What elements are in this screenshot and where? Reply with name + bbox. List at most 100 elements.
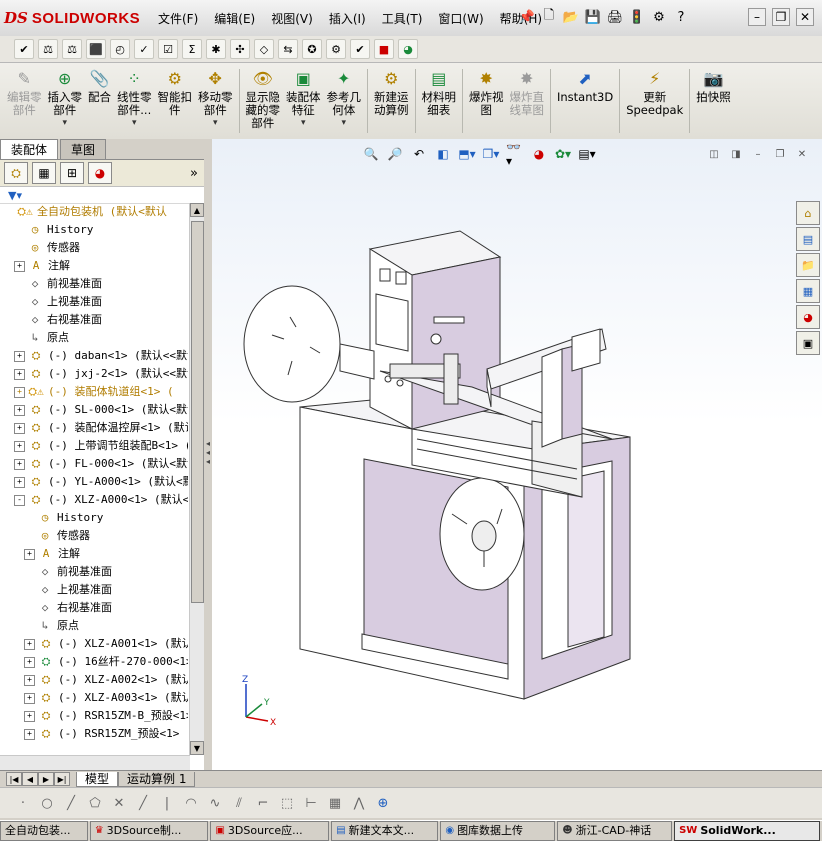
instant3d-button[interactable]: ⬈ Instant3D bbox=[554, 63, 616, 139]
spline-icon[interactable]: ∿ bbox=[206, 794, 224, 812]
graphics-area[interactable]: 🔍 🔎 ↶ ◧ ⬒▾ ❒▾ 👓▾ ◕ ✿▾ ▤▾ ◫ ◨ – ❐ ✕ Z X Y… bbox=[212, 139, 822, 770]
trim-icon[interactable]: ✕ bbox=[110, 794, 128, 812]
new-motion-study-button[interactable]: ⚙ 新建运 动算例 bbox=[371, 63, 412, 139]
reference-geometry-button[interactable]: ✦ 参考几 何体 ▾ bbox=[324, 63, 365, 139]
mass-properties-icon[interactable]: ⚖ bbox=[62, 39, 82, 59]
mirror-icon[interactable]: ⋀ bbox=[350, 794, 368, 812]
sim-express-icon[interactable]: ⚙ bbox=[326, 39, 346, 59]
rebuild-icon[interactable]: 🚦 bbox=[628, 8, 646, 26]
chevron-down-icon[interactable]: ▾ bbox=[132, 117, 137, 130]
tree-item[interactable]: ◷ History bbox=[0, 221, 188, 239]
collapse-icon[interactable]: - bbox=[14, 494, 25, 506]
edit-component-button[interactable]: ✎ 编辑零 部件 bbox=[4, 63, 45, 139]
tree-item[interactable]: + ⛭⚠ (-) 装配体轨道组<1> ( bbox=[0, 383, 188, 401]
performance-icon[interactable]: ◴ bbox=[110, 39, 130, 59]
close-icon[interactable]: ✕ bbox=[796, 8, 814, 26]
tree-item[interactable]: + ⛭ (-) RSR15ZM_预設<1> ( bbox=[0, 725, 188, 743]
appearances-icon[interactable]: ◕ bbox=[796, 305, 820, 329]
display-manager-icon[interactable]: ◕ bbox=[88, 162, 112, 184]
polygon-icon[interactable]: ⬠ bbox=[86, 794, 104, 812]
more-tabs-icon[interactable]: » bbox=[190, 166, 198, 181]
check-icon[interactable]: ✓ bbox=[134, 39, 154, 59]
open-folder-icon[interactable]: 📂 bbox=[562, 8, 580, 26]
interference-icon[interactable]: ✱ bbox=[206, 39, 226, 59]
expand-icon[interactable]: + bbox=[14, 476, 25, 488]
chevron-down-icon[interactable]: ▾ bbox=[62, 117, 67, 130]
expand-icon[interactable]: + bbox=[14, 458, 25, 470]
pin-icon[interactable]: 📌 bbox=[518, 8, 536, 26]
move-component-button[interactable]: ✥ 移动零 部件 ▾ bbox=[195, 63, 236, 139]
design-checker-icon[interactable]: ✪ bbox=[302, 39, 322, 59]
section-properties-icon[interactable]: ⬛ bbox=[86, 39, 106, 59]
appearance-icon[interactable]: ◕ bbox=[398, 39, 418, 59]
panel-splitter[interactable]: ◂ ◂ ◂ bbox=[204, 139, 212, 770]
tree-item[interactable]: + ⛭ (-) YL-A000<1> (默认<默认 bbox=[0, 473, 188, 491]
hole-alignment-icon[interactable]: ◇ bbox=[254, 39, 274, 59]
chevron-down-icon[interactable]: ▾ bbox=[341, 117, 346, 130]
point-icon[interactable]: · bbox=[14, 794, 32, 812]
speedpak-button[interactable]: ⚡ 更新 Speedpak bbox=[623, 63, 686, 139]
expand-icon[interactable]: + bbox=[24, 656, 35, 668]
filter-icon[interactable]: ▼▾ bbox=[8, 189, 22, 202]
restore-icon[interactable]: ❐ bbox=[772, 8, 790, 26]
tab-assembly[interactable]: 装配体 bbox=[0, 139, 59, 159]
tab-motion-study[interactable]: 运动算例 1 bbox=[118, 771, 196, 787]
taskbar-item[interactable]: ☻ 浙江-CAD-神话 bbox=[557, 821, 673, 841]
grid-icon[interactable]: ▦ bbox=[326, 794, 344, 812]
menu-insert[interactable]: 插入(I) bbox=[321, 10, 374, 28]
arc-icon[interactable]: ◠ bbox=[182, 794, 200, 812]
tree-item[interactable]: ↳ 原点 bbox=[0, 329, 188, 347]
tree-item[interactable]: + ⛭ (-) 16丝杆-270-000<1> ( bbox=[0, 653, 188, 671]
tree-item[interactable]: + ⛭ (-) SL-000<1> (默认<默认 bbox=[0, 401, 188, 419]
insert-component-button[interactable]: ⊕ 插入零 部件 ▾ bbox=[45, 63, 86, 139]
home-icon[interactable]: ⌂ bbox=[796, 201, 820, 225]
tree-item[interactable]: + ⛭ (-) daban<1> (默认<<默认 bbox=[0, 347, 188, 365]
expand-icon[interactable]: + bbox=[24, 674, 35, 686]
menu-file[interactable]: 文件(F) bbox=[150, 10, 206, 28]
tree-item[interactable]: ◎ 传感器 bbox=[0, 239, 188, 257]
last-tab-icon[interactable]: ▶| bbox=[54, 772, 70, 786]
exploded-view-button[interactable]: ✸ 爆炸视 图 bbox=[466, 63, 507, 139]
tree-item[interactable]: + ⛭ (-) XLZ-A001<1> (默认 bbox=[0, 635, 188, 653]
scroll-up-icon[interactable]: ▲ bbox=[190, 203, 204, 217]
tree-item[interactable]: ◇ 右视基准面 bbox=[0, 311, 188, 329]
checkbox-icon[interactable]: ☑ bbox=[158, 39, 178, 59]
offset-icon[interactable]: ⫽ bbox=[230, 794, 248, 812]
compare-icon[interactable]: ⇆ bbox=[278, 39, 298, 59]
menu-edit[interactable]: 编辑(E) bbox=[206, 10, 263, 28]
options-gear-icon[interactable]: ⚙ bbox=[650, 8, 668, 26]
save-icon[interactable]: 💾 bbox=[584, 8, 602, 26]
tree-item[interactable]: ◇ 右视基准面 bbox=[0, 599, 188, 617]
collapse-panel-icon[interactable]: ◂ ◂ ◂ bbox=[205, 439, 211, 475]
tree-item[interactable]: ◇ 前视基准面 bbox=[0, 563, 188, 581]
relations-icon[interactable]: ⊕ bbox=[374, 794, 392, 812]
tree-item[interactable]: + ⛭ (-) XLZ-A002<1> (默认 bbox=[0, 671, 188, 689]
tree-item[interactable]: + ⛭ (-) FL-000<1> (默认<默认 bbox=[0, 455, 188, 473]
taskbar-item[interactable]: 全自动包装... bbox=[0, 821, 88, 841]
help-question-icon[interactable]: ? bbox=[672, 8, 690, 26]
taskbar-item[interactable]: ♛ 3DSource制... bbox=[89, 821, 209, 841]
chevron-down-icon[interactable]: ▾ bbox=[301, 117, 306, 130]
tree-item[interactable]: + ⛭ (-) RSR15ZM-B_预設<1> bbox=[0, 707, 188, 725]
sum-icon[interactable]: Σ bbox=[182, 39, 202, 59]
explode-line-sketch-button[interactable]: ✸ 爆炸直 线草图 bbox=[507, 63, 548, 139]
property-manager-icon[interactable]: ▦ bbox=[32, 162, 56, 184]
expand-icon[interactable]: + bbox=[14, 350, 25, 362]
scroll-thumb[interactable] bbox=[191, 221, 204, 603]
tree-item[interactable]: ◇ 上视基准面 bbox=[0, 581, 188, 599]
tree-item[interactable]: ◷ History bbox=[0, 509, 188, 527]
taskbar-item[interactable]: ◉ 图库数据上传 bbox=[440, 821, 556, 841]
centerline-icon[interactable]: ╱ bbox=[134, 794, 152, 812]
print-icon[interactable]: 🖨 bbox=[606, 8, 624, 26]
expand-icon[interactable]: + bbox=[14, 260, 25, 272]
rectangle-icon[interactable]: ⬚ bbox=[278, 794, 296, 812]
snapshot-button[interactable]: 📷 拍快照 bbox=[693, 63, 734, 139]
chevron-down-icon[interactable]: ▾ bbox=[213, 117, 218, 130]
expand-icon[interactable]: + bbox=[14, 386, 25, 398]
expand-icon[interactable]: + bbox=[24, 728, 35, 740]
configuration-manager-icon[interactable]: ⊞ bbox=[60, 162, 84, 184]
taskbar-item[interactable]: ▣ 3DSource应... bbox=[210, 821, 330, 841]
clearance-icon[interactable]: ✣ bbox=[230, 39, 250, 59]
expand-icon[interactable]: + bbox=[14, 368, 25, 380]
expand-icon[interactable]: + bbox=[24, 638, 35, 650]
